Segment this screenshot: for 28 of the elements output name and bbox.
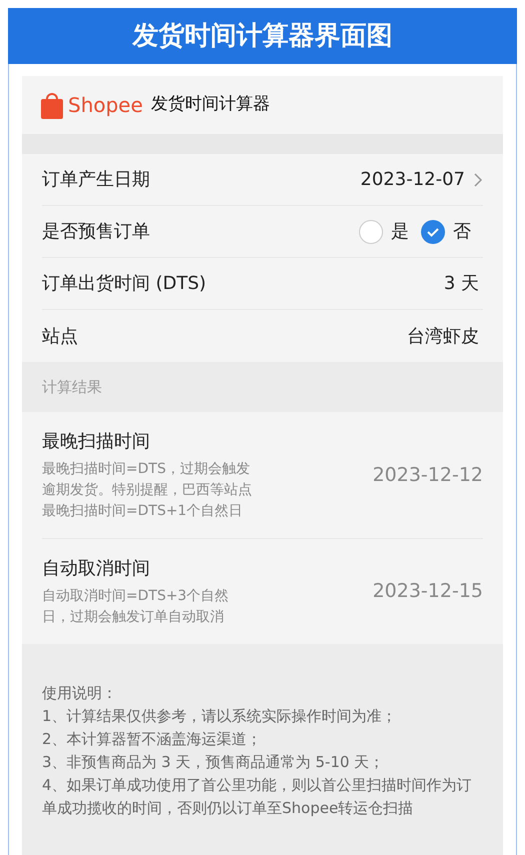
- result-description: 最晚扫描时间=DTS，过期会触发逾期发货。特别提醒，巴西等站点最晚扫描时间=DTS+1个自然日: [42, 460, 252, 521]
- app-title: 发货时间计算器: [150, 93, 270, 116]
- row-label: 订单出货时间 (DTS): [42, 272, 206, 296]
- instruction-item: 1、计算结果仅供参考，请以系统实际操作时间为准；: [42, 706, 398, 727]
- row-value: 台湾虾皮: [407, 324, 480, 348]
- radio-option[interactable]: 是: [359, 218, 409, 245]
- instruction-item: 4、如果订单成功使用了首公里功能，则以首公里扫描时间作为订单成功揽收的时间，否则仍以订单至Shopee转运仓扫描: [42, 775, 473, 819]
- logo-text: Shopee: [68, 92, 143, 119]
- section-title: 计算结果: [42, 376, 102, 398]
- result-value: 2023-12-15: [372, 579, 483, 604]
- row-label: 订单产生日期: [42, 168, 150, 192]
- radio-option[interactable]: 否: [421, 218, 471, 245]
- radio-button[interactable]: [359, 220, 383, 244]
- banner-title: 发货时间计算器界面图: [132, 20, 392, 52]
- row-label: 站点: [42, 324, 78, 348]
- instruction-item: 2、本计算器暂不涵盖海运渠道；: [42, 729, 263, 750]
- result-title: 最晚扫描时间: [42, 430, 151, 454]
- date-select[interactable]: 2023-12-07: [360, 166, 483, 193]
- result-description: 自动取消时间=DTS+3个自然日，过期会触发订单自动取消: [42, 587, 230, 627]
- row-value: 3 天: [444, 272, 480, 296]
- instruction-item: 3、非预售商品为 3 天，预售商品通常为 5-10 天；: [42, 752, 386, 773]
- radio-button[interactable]: [421, 220, 445, 244]
- result-title: 自动取消时间: [42, 557, 151, 581]
- row-label: 是否预售订单: [42, 220, 150, 244]
- instructions-heading: 使用说明：: [42, 683, 118, 704]
- shopping-bag-logo-icon: [40, 90, 64, 120]
- chevron-right-icon: [473, 172, 483, 188]
- result-value: 2023-12-12: [372, 462, 483, 488]
